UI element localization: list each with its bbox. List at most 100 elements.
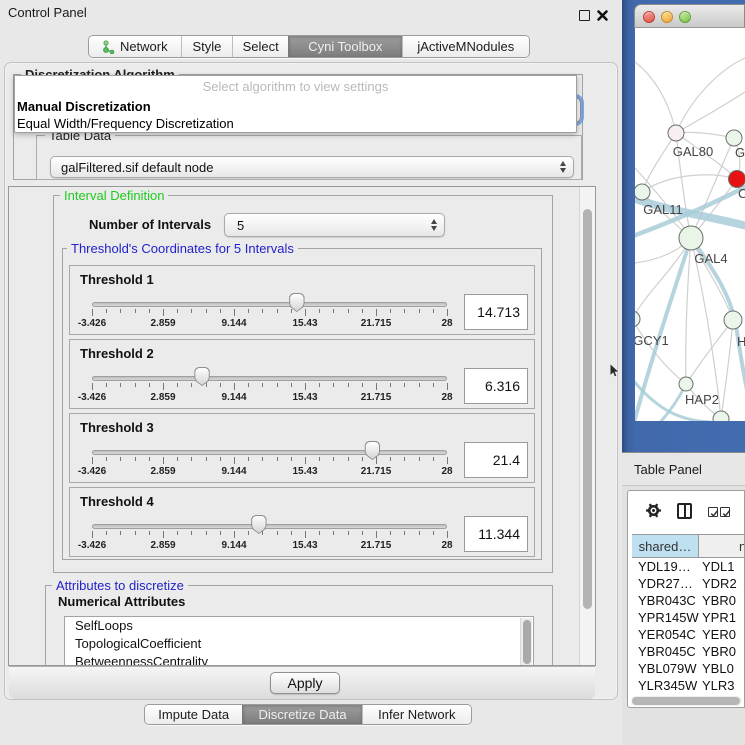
table-header: shared… na <box>632 534 744 558</box>
cell-shared-name[interactable]: YBR045C <box>632 643 699 660</box>
num-intervals-combobox[interactable]: 5 <box>224 213 445 237</box>
threshold-row: Threshold 1 -3.4262.8599.14415.4321.7152… <box>69 265 535 335</box>
tab-network[interactable]: Network <box>89 36 181 57</box>
network-window-titlebar[interactable] <box>634 4 745 28</box>
cell-name[interactable]: YBR0 <box>699 592 744 609</box>
tab-style[interactable]: Style <box>181 36 233 57</box>
node-gcy1[interactable] <box>635 311 640 327</box>
cell-name[interactable]: YBR0 <box>699 643 744 660</box>
cell-name[interactable]: YBL0 <box>699 660 744 677</box>
tab-jactivemnodules[interactable]: jActiveMNodules <box>402 36 529 57</box>
tick-label: 15.43 <box>292 540 317 551</box>
network-canvas[interactable]: GAL80 G C GAL11 GAL4 GCY1 H HAP2 <box>635 28 745 421</box>
table-row[interactable]: YDR27…YDR2 <box>632 575 744 592</box>
cell-name[interactable]: YDL1 <box>699 558 744 575</box>
node-label: GAL80 <box>673 144 713 159</box>
table-row[interactable]: YER054CYER0 <box>632 626 744 643</box>
tab-cyni-toolbox[interactable]: Cyni Toolbox <box>288 36 401 57</box>
table-row[interactable]: YDL19…YDL1 <box>632 558 744 575</box>
node-h[interactable] <box>724 311 742 329</box>
threshold-slider[interactable]: -3.4262.8599.14415.4321.71528 <box>92 488 447 558</box>
threshold-value-input[interactable]: 11.344 <box>464 516 528 552</box>
list-item[interactable]: BetweennessCentrality <box>65 653 533 666</box>
cell-shared-name[interactable]: YBR043C <box>632 592 699 609</box>
slider-track[interactable] <box>92 450 447 455</box>
slider-track[interactable] <box>92 524 447 529</box>
popup-option-manual[interactable]: Manual Discretization <box>17 97 574 115</box>
cell-shared-name[interactable]: YDR27… <box>632 575 699 592</box>
cell-name[interactable]: YDR2 <box>699 575 744 592</box>
numerical-attributes-listbox: SelfLoopsTopologicalCoefficientBetweenne… <box>64 616 534 666</box>
threshold-slider[interactable]: -3.4262.8599.14415.4321.71528 <box>92 414 447 484</box>
list-scrollbar[interactable] <box>520 618 532 666</box>
tick-label: 15.43 <box>292 466 317 477</box>
float-window-icon[interactable] <box>579 10 590 21</box>
cell-name[interactable]: YLR3 <box>699 677 744 694</box>
node-bottom[interactable] <box>713 411 729 421</box>
list-item[interactable]: TopologicalCoefficient <box>65 635 533 653</box>
node-gal11[interactable] <box>635 184 650 200</box>
gear-icon[interactable] <box>645 502 662 524</box>
cell-shared-name[interactable]: YBL079W <box>632 660 699 677</box>
node-hap2[interactable] <box>679 377 693 391</box>
cell-shared-name[interactable]: YPR145W <box>632 609 699 626</box>
table-hscrollbar-thumb[interactable] <box>632 697 740 705</box>
table-row[interactable]: YBL079WYBL0 <box>632 660 744 677</box>
table-hscrollbar[interactable] <box>631 696 742 706</box>
node-label: GAL11 <box>643 202 683 217</box>
slider-track[interactable] <box>92 302 447 307</box>
checkbox-icon[interactable] <box>708 507 718 517</box>
minimize-traffic-light[interactable] <box>661 11 673 23</box>
node-gal4[interactable] <box>679 226 703 250</box>
cell-shared-name[interactable]: YLR345W <box>632 677 699 694</box>
table-data-combobox[interactable]: galFiltered.sif default node <box>50 156 574 178</box>
close-traffic-light[interactable] <box>643 11 655 23</box>
tab-select[interactable]: Select <box>232 36 288 57</box>
table-row[interactable]: YBR045CYBR0 <box>632 643 744 660</box>
tab-label: Cyni Toolbox <box>308 39 382 54</box>
settings-scrollbar[interactable] <box>579 187 595 665</box>
split-panel-icon[interactable] <box>677 503 692 519</box>
tick-label: 15.43 <box>292 392 317 403</box>
column-header-name[interactable]: na <box>699 535 744 557</box>
list-scrollbar-thumb[interactable] <box>523 620 531 664</box>
tab-label: Discretize Data <box>258 707 346 722</box>
node-red-selected[interactable] <box>729 171 745 188</box>
apply-button[interactable]: Apply <box>270 672 340 694</box>
popup-option-equal-width[interactable]: Equal Width/Frequency Discretization <box>17 114 574 132</box>
tab-infer-network[interactable]: Infer Network <box>362 705 471 724</box>
tab-label: Style <box>193 39 222 54</box>
settings-scrollbar-thumb[interactable] <box>583 209 592 609</box>
table-row[interactable]: YPR145WYPR1 <box>632 609 744 626</box>
slider-ticks <box>92 383 447 391</box>
tick-label: 28 <box>441 540 452 551</box>
close-icon[interactable] <box>596 9 609 22</box>
zoom-traffic-light[interactable] <box>679 11 691 23</box>
checkbox-icon[interactable] <box>720 507 730 517</box>
popup-hint: Select algorithm to view settings <box>15 79 576 94</box>
list-item[interactable]: SelfLoops <box>65 617 533 635</box>
cell-name[interactable]: YPR1 <box>699 609 744 626</box>
cell-shared-name[interactable]: YDL19… <box>632 558 699 575</box>
slider-ticks <box>92 531 447 539</box>
cell-shared-name[interactable]: YER054C <box>632 626 699 643</box>
slider-ticks <box>92 309 447 317</box>
node-gal80[interactable] <box>668 125 684 141</box>
node-g[interactable] <box>726 130 742 146</box>
node-label: HAP2 <box>685 392 719 407</box>
threshold-value-input[interactable]: 14.713 <box>464 294 528 330</box>
table-row[interactable]: YLR345WYLR3 <box>632 677 744 694</box>
cell-name[interactable]: YER0 <box>699 626 744 643</box>
column-header-shared-name[interactable]: shared… <box>632 535 699 557</box>
slider-track[interactable] <box>92 376 447 381</box>
threshold-slider[interactable]: -3.4262.8599.14415.4321.71528 <box>92 266 447 336</box>
tick-label: 21.715 <box>361 540 392 551</box>
table-row[interactable]: YBR043CYBR0 <box>632 592 744 609</box>
threshold-value-input[interactable]: 21.4 <box>464 442 528 478</box>
tab-discretize-data[interactable]: Discretize Data <box>242 705 361 724</box>
combobox-value: 5 <box>237 218 244 233</box>
tab-impute-data[interactable]: Impute Data <box>145 705 242 724</box>
slider-tick-labels: -3.4262.8599.14415.4321.71528 <box>92 540 447 552</box>
threshold-value-input[interactable]: 6.316 <box>464 368 528 404</box>
threshold-slider[interactable]: -3.4262.8599.14415.4321.71528 <box>92 340 447 410</box>
